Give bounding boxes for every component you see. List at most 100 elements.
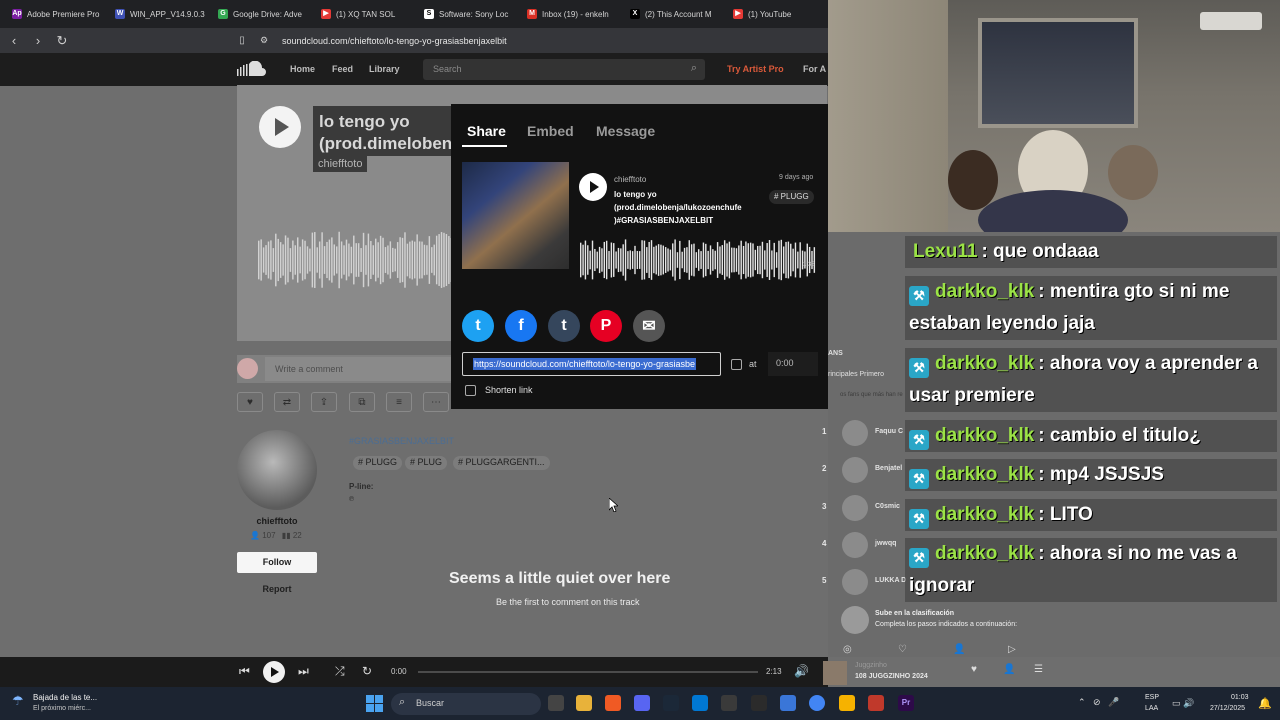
browser-tab[interactable]: ▶ (1) YouTube xyxy=(727,3,828,25)
repeat-icon[interactable]: ↻ xyxy=(362,664,372,678)
notification-bell-icon[interactable]: 🔔 xyxy=(1258,697,1272,710)
camera-icon[interactable]: ◎ xyxy=(843,644,852,655)
hero-artist-name[interactable]: chiefftoto xyxy=(313,156,368,172)
weather-title[interactable]: Bajada de las te... xyxy=(33,693,97,702)
steam-icon[interactable] xyxy=(663,695,679,711)
player-progress-bar[interactable] xyxy=(418,671,758,673)
search-icon[interactable]: ⌕ xyxy=(691,62,697,75)
tag-chip[interactable]: # PLUGGARGENTI... xyxy=(453,456,550,470)
user-icon[interactable]: 👤 xyxy=(953,644,965,655)
browser-tab[interactable]: Ap Adobe Premiere Pro xyxy=(6,3,107,25)
tab-embed[interactable]: Embed xyxy=(527,123,574,139)
tab-share[interactable]: Share xyxy=(467,123,506,139)
app-icon[interactable] xyxy=(692,695,708,711)
search-input[interactable]: Search ⌕ xyxy=(423,59,705,80)
fan-row[interactable]: 3 C0smic xyxy=(822,493,912,523)
start-at-checkbox[interactable] xyxy=(731,359,742,370)
fan-row[interactable]: 5 LUKKA D xyxy=(822,567,912,597)
chat-username[interactable]: darkko_klk xyxy=(935,543,1034,564)
followers-count[interactable]: 107 xyxy=(262,531,275,540)
fan-row[interactable]: 2 Benjatel xyxy=(822,455,912,485)
tracks-count[interactable]: 22 xyxy=(293,531,302,540)
for-artists-link[interactable]: For A xyxy=(803,64,826,74)
browser-tab[interactable]: ▶ (1) XQ TAN SOL xyxy=(315,3,416,25)
fan-name[interactable]: LUKKA D xyxy=(875,577,906,584)
try-artist-pro-link[interactable]: Try Artist Pro xyxy=(727,64,784,74)
language-layout[interactable]: LAA xyxy=(1145,705,1158,712)
play-outline-icon[interactable]: ▷ xyxy=(1008,644,1016,655)
notepad-icon[interactable] xyxy=(780,695,796,711)
share-url-field[interactable]: https://soundcloud.com/chiefftoto/lo-ten… xyxy=(462,352,721,376)
tag-chip[interactable]: # PLUGG xyxy=(353,456,403,470)
app-icon[interactable] xyxy=(721,695,737,711)
url-field[interactable]: soundcloud.com/chieftoto/lo-tengo-yo-gra… xyxy=(282,36,507,46)
chat-username[interactable]: darkko_klk xyxy=(935,353,1034,374)
clock-date[interactable]: 27/12/2025 xyxy=(1210,705,1245,712)
app-icon[interactable] xyxy=(868,695,884,711)
player-play-button[interactable] xyxy=(263,661,285,683)
chat-username[interactable]: darkko_klk xyxy=(935,464,1034,485)
twitter-icon[interactable]: t xyxy=(462,310,494,342)
now-playing-title[interactable]: 108 JUGGZINHO 2024 xyxy=(855,673,928,680)
email-icon[interactable]: ✉ xyxy=(633,310,665,342)
weather-icon[interactable]: ☂ xyxy=(12,693,28,711)
follow-user-icon[interactable]: 👤 xyxy=(1003,664,1015,675)
modal-waveform[interactable] xyxy=(580,238,816,282)
browser-tab[interactable]: G Google Drive: Adve xyxy=(212,3,313,25)
reload-icon[interactable]: ↻ xyxy=(52,31,72,51)
network-volume-icon[interactable]: ▭ 🔊 xyxy=(1172,698,1194,709)
shorten-link-checkbox[interactable] xyxy=(465,385,476,396)
forward-icon[interactable]: › xyxy=(28,31,48,51)
file-explorer-icon[interactable] xyxy=(576,695,592,711)
taskbar-search[interactable]: ⌕ Buscar xyxy=(391,693,541,715)
queue-icon[interactable]: ☰ xyxy=(1034,664,1043,675)
soundcloud-logo-icon[interactable] xyxy=(237,61,269,77)
task-view-icon[interactable] xyxy=(548,695,564,711)
modal-artist-name[interactable]: chiefftoto xyxy=(614,175,646,184)
fan-row[interactable]: 1 Faquu C xyxy=(822,418,912,448)
nav-library[interactable]: Library xyxy=(369,64,400,74)
like-icon[interactable]: ♥ xyxy=(971,664,977,675)
premiere-pro-icon[interactable]: Pr xyxy=(898,695,914,711)
back-icon[interactable]: ‹ xyxy=(4,31,24,51)
artist-avatar[interactable] xyxy=(237,430,317,510)
add-to-playlist-icon[interactable]: ≡ xyxy=(386,392,412,412)
app-icon[interactable] xyxy=(839,695,855,711)
fan-row[interactable]: 4 jwwqq xyxy=(822,530,912,560)
system-tray-icons[interactable]: ⌃ ⊘ 🎤 xyxy=(1078,697,1119,708)
discord-icon[interactable] xyxy=(634,695,650,711)
hero-play-button[interactable] xyxy=(259,106,301,148)
follow-button[interactable]: Follow xyxy=(237,552,317,573)
app-icon[interactable] xyxy=(751,695,767,711)
more-options-icon[interactable]: ⋯ xyxy=(423,392,449,412)
comment-input[interactable]: Write a comment xyxy=(265,357,451,381)
now-playing-user[interactable]: Juggzinho xyxy=(855,662,887,669)
chat-username[interactable]: darkko_klk xyxy=(935,504,1034,525)
nav-feed[interactable]: Feed xyxy=(332,64,353,74)
chat-username[interactable]: darkko_klk xyxy=(935,281,1034,302)
brave-browser-icon[interactable] xyxy=(605,695,621,711)
bookmark-icon[interactable]: ▯ xyxy=(232,31,252,51)
chat-username[interactable]: Lexu11 xyxy=(913,241,977,262)
heart-outline-icon[interactable]: ♡ xyxy=(898,644,907,655)
browser-tab[interactable]: M Inbox (19) - enkeln xyxy=(521,3,622,25)
tab-message[interactable]: Message xyxy=(596,123,655,139)
artist-name[interactable]: chiefftoto xyxy=(237,516,317,526)
modal-track-tag[interactable]: # PLUGG xyxy=(769,190,814,204)
browser-tab[interactable]: X (2) This Account M xyxy=(624,3,725,25)
volume-icon[interactable]: 🔊 xyxy=(794,664,809,678)
next-track-icon[interactable]: ⏭ xyxy=(298,664,309,679)
language-indicator[interactable]: ESP xyxy=(1145,694,1159,701)
facebook-icon[interactable]: f xyxy=(505,310,537,342)
browser-tab[interactable]: W WIN_APP_V14.9.0.3 xyxy=(109,3,210,25)
previous-track-icon[interactable]: ⏮ xyxy=(239,664,250,679)
tumblr-icon[interactable]: t xyxy=(548,310,580,342)
share-url-text[interactable]: https://soundcloud.com/chiefftoto/lo-ten… xyxy=(473,358,696,370)
share-icon[interactable]: ⇪ xyxy=(311,392,337,412)
start-time-input[interactable]: 0:00 xyxy=(768,352,818,376)
pinterest-icon[interactable]: P xyxy=(590,310,622,342)
tag-chip[interactable]: # PLUG xyxy=(405,456,448,470)
weather-subtitle[interactable]: El próximo miérc... xyxy=(33,705,91,712)
description-hashtag[interactable]: #GRASIASBENJAXELBIT xyxy=(349,436,454,446)
chat-username[interactable]: darkko_klk xyxy=(935,425,1034,446)
